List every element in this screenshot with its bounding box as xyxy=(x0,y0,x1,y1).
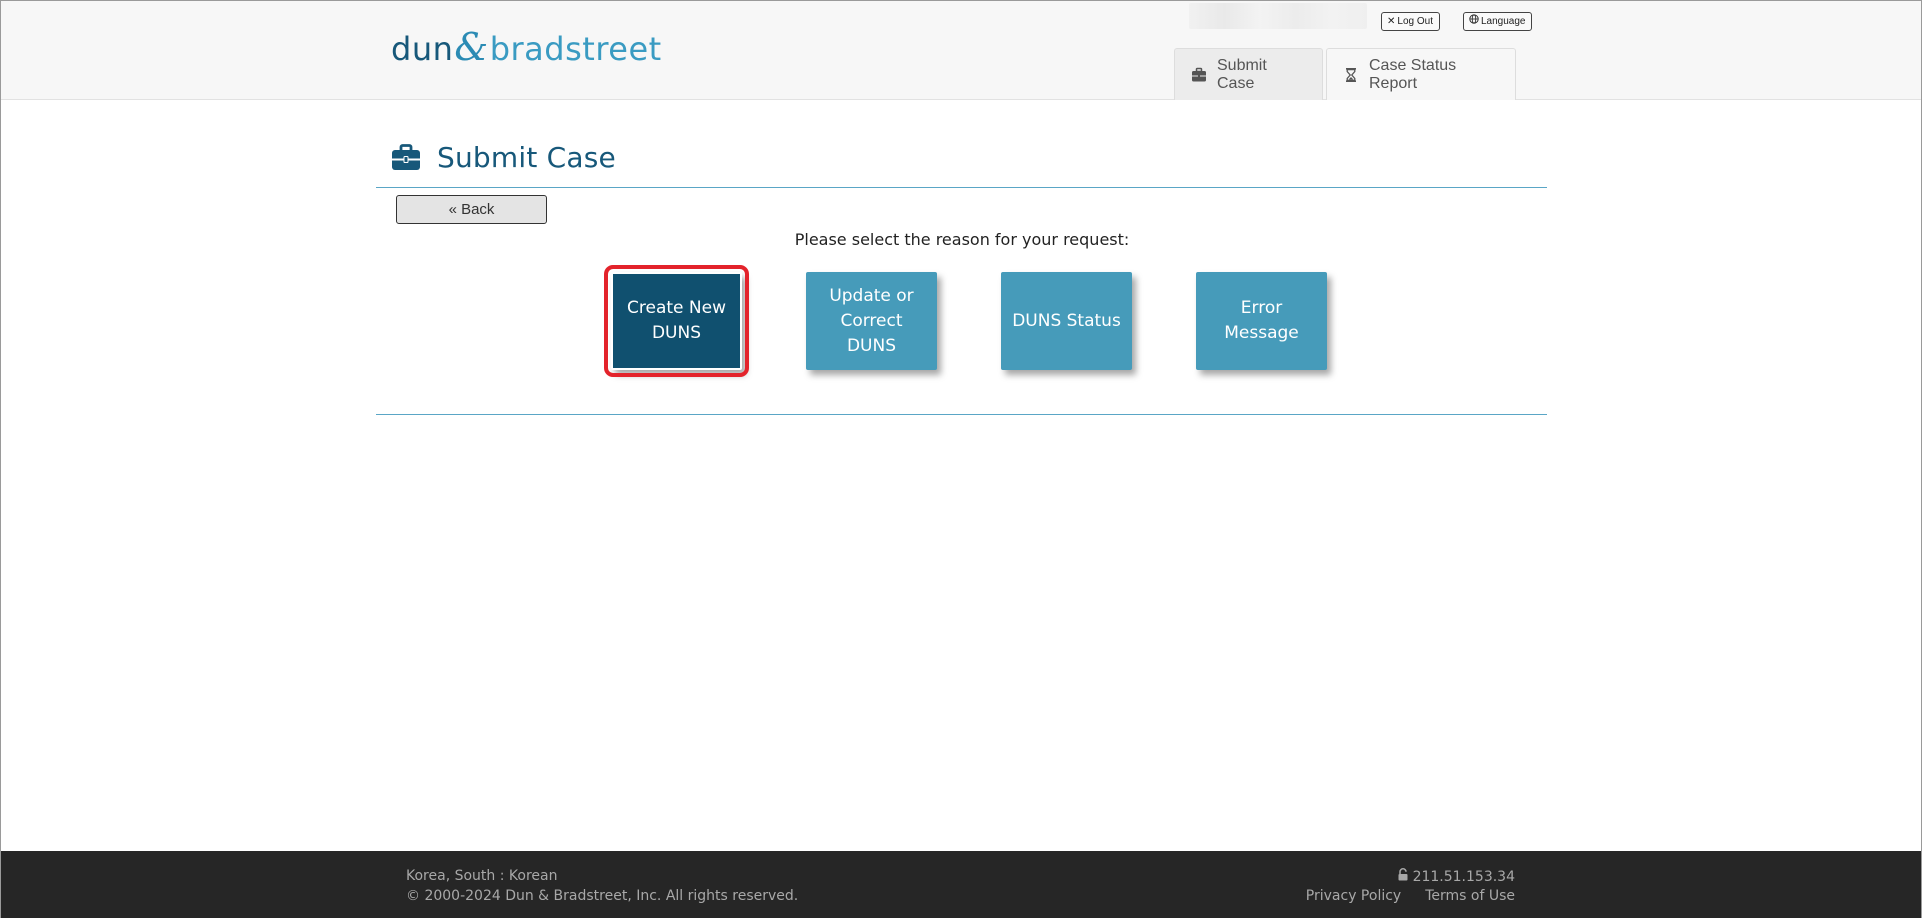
back-button[interactable]: « Back xyxy=(396,195,547,224)
divider-top xyxy=(376,187,1547,188)
footer-links: Privacy Policy Terms of Use xyxy=(1306,888,1515,904)
error-message-button[interactable]: Error Message xyxy=(1196,272,1327,370)
reason-prompt: Please select the reason for your reques… xyxy=(794,230,1130,249)
briefcase-icon xyxy=(1191,67,1207,83)
privacy-policy-link[interactable]: Privacy Policy xyxy=(1306,888,1401,904)
language-button[interactable]: Language xyxy=(1463,12,1532,31)
logo-text-dun: dun xyxy=(391,30,454,68)
footer-copyright: © 2000-2024 Dun & Bradstreet, Inc. All r… xyxy=(406,888,799,904)
footer-ip-address: 211.51.153.34 xyxy=(1412,868,1515,885)
redacted-user-name xyxy=(1189,3,1367,29)
tab-submit-case-label: Submit Case xyxy=(1217,56,1267,92)
page: dun & bradstreet ✕ Log Out Language Subm… xyxy=(0,0,1922,918)
hourglass-icon xyxy=(1343,67,1359,83)
language-label: Language xyxy=(1481,16,1526,27)
footer-ip: 211.51.153.34 xyxy=(1397,868,1515,885)
logout-label: Log Out xyxy=(1397,16,1433,27)
page-title: Submit Case xyxy=(437,141,616,174)
logo-ampersand: & xyxy=(454,25,489,69)
logo-text-bradstreet: bradstreet xyxy=(489,30,662,68)
terms-of-use-link[interactable]: Terms of Use xyxy=(1425,888,1515,904)
header: dun & bradstreet ✕ Log Out Language Subm… xyxy=(1,1,1921,100)
unlock-icon xyxy=(1397,868,1409,885)
close-icon: ✕ xyxy=(1387,16,1396,27)
briefcase-icon xyxy=(391,143,421,172)
tab-submit-case[interactable]: Submit Case xyxy=(1174,48,1323,100)
footer: Korea, South : Korean © 2000-2024 Dun & … xyxy=(1,851,1921,918)
footer-locale: Korea, South : Korean xyxy=(406,868,558,884)
divider-bottom xyxy=(376,414,1547,415)
tab-case-status-report-label: Case Status Report xyxy=(1369,56,1457,92)
duns-status-button[interactable]: DUNS Status xyxy=(1001,272,1132,370)
logout-button[interactable]: ✕ Log Out xyxy=(1381,12,1440,31)
tab-case-status-report[interactable]: Case Status Report xyxy=(1326,48,1516,100)
update-or-correct-duns-button[interactable]: Update or Correct DUNS xyxy=(806,272,937,370)
dnb-logo[interactable]: dun & bradstreet xyxy=(391,25,662,69)
globe-icon xyxy=(1469,13,1479,30)
page-title-row: Submit Case xyxy=(391,141,616,174)
create-new-duns-button[interactable]: Create New DUNS xyxy=(604,265,749,377)
